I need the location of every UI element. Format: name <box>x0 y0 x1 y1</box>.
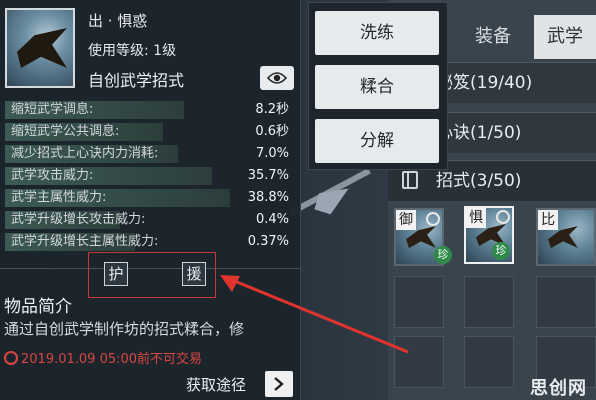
tab-martial-arts[interactable]: 武学 <box>534 15 596 59</box>
stat-value: 0.37% <box>247 234 289 249</box>
menu-decompose-button[interactable]: 分解 <box>315 119 439 163</box>
lock-icon <box>496 210 510 224</box>
eye-icon <box>267 72 287 84</box>
item-type: 自创武学招式 <box>88 71 185 90</box>
stat-row: 缩短武学公共调息: 0.6秒 <box>5 122 293 142</box>
trade-notice: 2019.01.09 05:00前不可交易 <box>4 348 202 367</box>
stat-row: 减少招式上心诀内力消耗: 7.0% <box>5 144 293 164</box>
clock-icon <box>4 351 18 365</box>
intro-title: 物品简介 <box>4 297 72 317</box>
trade-notice-text: 2019.01.09 05:00前不可交易 <box>21 352 203 367</box>
stat-name: 缩短武学公共调息: <box>11 124 120 139</box>
item-name: 出 · 惧惑 <box>88 12 148 30</box>
skill-slot-selected[interactable]: 惧 珍 <box>464 206 514 264</box>
rare-badge: 珍 <box>492 242 510 260</box>
watermark: 思创网 <box>530 378 587 399</box>
skill-char: 比 <box>538 210 558 230</box>
rare-badge: 珍 <box>434 246 452 264</box>
chevron-right-icon <box>274 377 284 391</box>
stat-value: 0.4% <box>255 212 289 227</box>
lock-icon <box>426 212 440 226</box>
stat-name: 缩短武学调息: <box>11 102 94 117</box>
tab-equipment[interactable]: 装备 <box>458 15 528 59</box>
empty-slot[interactable] <box>464 276 514 328</box>
stat-value: 35.7% <box>247 168 289 183</box>
empty-slot[interactable] <box>464 336 514 388</box>
category-label: 心诀(1/50) <box>436 123 522 143</box>
category-label: 招式(3/50) <box>436 171 522 191</box>
stat-row: 武学攻击威力: 35.7% <box>5 166 293 186</box>
stat-name: 武学升级增长主属性威力: <box>11 234 159 249</box>
menu-merge-button[interactable]: 糅合 <box>315 65 439 109</box>
book-icon <box>402 171 418 189</box>
skill-char: 惧 <box>466 208 486 228</box>
stat-value: 8.2秒 <box>255 102 289 117</box>
context-menu: 洗练 糅合 分解 <box>308 2 448 170</box>
intro-text: 通过自创武学制作坊的招式糅合，修 <box>4 320 245 338</box>
gem-socket[interactable]: 护 <box>104 262 128 286</box>
empty-slot[interactable] <box>536 276 596 328</box>
source-label[interactable]: 获取途径 <box>186 374 246 395</box>
category-label: 秘笈(19/40) <box>436 73 533 93</box>
stat-row: 武学主属性威力: 38.8% <box>5 188 293 208</box>
source-button[interactable] <box>265 371 293 397</box>
item-icon <box>5 8 75 88</box>
gem-socket[interactable]: 援 <box>182 262 206 286</box>
stat-value: 0.6秒 <box>255 124 289 139</box>
stat-row: 缩短武学调息: 8.2秒 <box>5 100 293 120</box>
stat-row: 武学升级增长攻击威力: 0.4% <box>5 210 293 230</box>
preview-button[interactable] <box>260 66 294 90</box>
stat-value: 38.8% <box>247 190 289 205</box>
menu-refine-button[interactable]: 洗练 <box>315 11 439 55</box>
stat-name: 武学升级增长攻击威力: <box>11 212 146 227</box>
stat-value: 7.0% <box>255 146 289 161</box>
stat-name: 武学攻击威力: <box>11 168 94 183</box>
stat-name: 武学主属性威力: <box>11 190 107 205</box>
skill-slot[interactable]: 比 <box>536 208 596 266</box>
stat-name: 减少招式上心诀内力消耗: <box>11 146 159 161</box>
tab-bar: 装备 武学 <box>440 15 596 59</box>
stat-row: 武学升级增长主属性威力: 0.37% <box>5 232 293 252</box>
annotation-arrow <box>220 275 409 354</box>
skill-char: 御 <box>396 210 416 230</box>
item-level-requirement: 使用等级: 1级 <box>88 43 177 59</box>
